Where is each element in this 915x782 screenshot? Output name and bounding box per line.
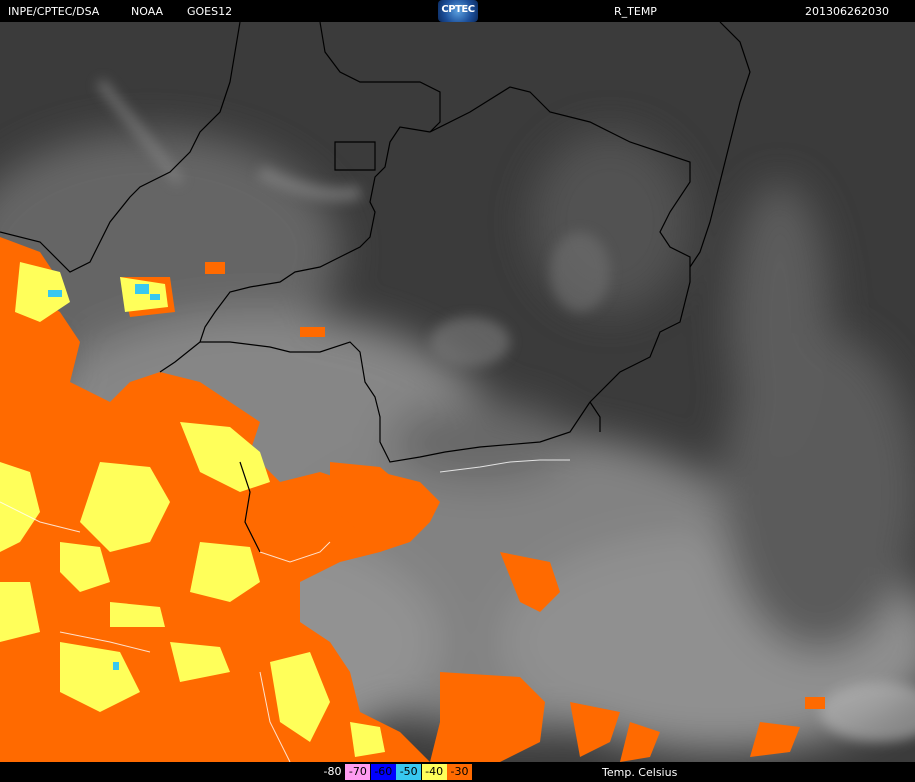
agency-label: NOAA bbox=[131, 5, 164, 18]
legend-unit-label: Temp. Celsius bbox=[602, 766, 678, 779]
temperature-legend: -80 -70 -60 -50 -40 -30 Temp. Celsius bbox=[0, 762, 915, 782]
satellite-image-viewer: INPE/CPTEC/DSA NOAA GOES12 CPTEC R_TEMP … bbox=[0, 0, 915, 782]
legend-swatch: -70 bbox=[345, 764, 371, 780]
image-header-bar: INPE/CPTEC/DSA NOAA GOES12 CPTEC R_TEMP … bbox=[0, 0, 915, 22]
logo-text: CPTEC bbox=[441, 4, 475, 15]
satellite-label: GOES12 bbox=[187, 5, 233, 18]
product-label: R_TEMP bbox=[614, 5, 657, 18]
legend-swatch: -40 bbox=[421, 764, 447, 780]
legend-swatch: -60 bbox=[370, 764, 396, 780]
organization-label: INPE/CPTEC/DSA bbox=[8, 5, 100, 18]
legend-swatch: -50 bbox=[396, 764, 422, 780]
legend-swatch: -30 bbox=[447, 764, 472, 780]
cptec-logo: CPTEC bbox=[438, 0, 478, 22]
timestamp-label: 201306262030 bbox=[805, 5, 889, 18]
infrared-satellite-image bbox=[0, 22, 915, 762]
legend-swatch: -80 bbox=[320, 764, 345, 780]
